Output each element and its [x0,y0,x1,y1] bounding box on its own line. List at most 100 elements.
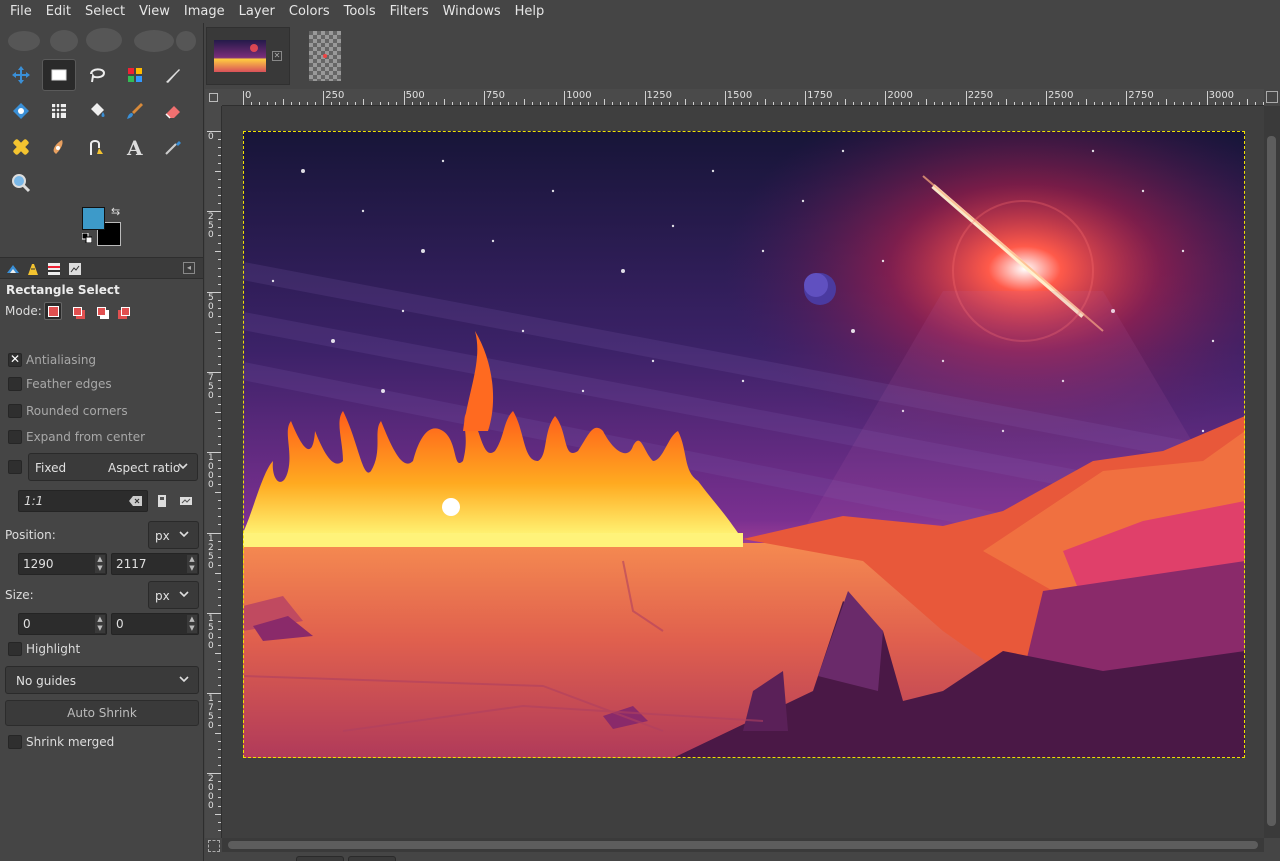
rect-select-tool-icon[interactable] [42,59,76,91]
vertical-scroll-thumb[interactable] [1267,136,1276,826]
ruler-label: 500 [208,292,214,321]
ruler-label: 500 [405,90,425,101]
ruler-label: 1750 [208,694,214,732]
canvas-area[interactable] [222,106,1264,838]
rounded-corners-checkbox[interactable] [8,404,22,418]
position-y-stepper[interactable]: ▲ ▼ [187,555,197,573]
menu-windows[interactable]: Windows [436,0,508,23]
vertical-scrollbar[interactable] [1264,106,1280,838]
quick-mask-toggle[interactable] [208,840,220,852]
clear-entry-icon[interactable] [129,495,143,507]
size-height-input[interactable]: 0 ▲ ▼ [111,613,199,635]
size-height-stepper[interactable]: ▲ ▼ [187,615,197,633]
text-tool-icon[interactable]: A [118,131,152,163]
menu-colors[interactable]: Colors [282,0,337,23]
star [401,309,405,313]
antialiasing-label: Antialiasing [26,353,97,367]
ruler-major-tick [805,91,807,105]
aspect-ratio-input[interactable]: 1:1 [18,490,148,512]
size-label: Size: [5,588,34,602]
horizontal-ruler[interactable]: 0 250 500 750 1000 1250 1500 1750 2000 2250 2500 27… [222,89,1264,106]
paths-tool-icon[interactable] [156,59,190,91]
menu-layer[interactable]: Layer [232,0,282,23]
ruler-minor-tick [215,652,221,654]
size-width-input[interactable]: 0 ▲ ▼ [18,613,107,635]
expand-from-center-checkbox[interactable] [8,430,22,444]
ruler-minor-tick [925,99,927,105]
foreground-color[interactable] [82,207,105,230]
position-x-stepper[interactable]: ▲ ▼ [95,555,105,573]
menu-select[interactable]: Select [78,0,132,23]
mode-intersect-button[interactable] [116,302,134,320]
menu-edit[interactable]: Edit [39,0,78,23]
color-picker-tool-icon[interactable] [156,131,190,163]
guides-dropdown[interactable]: No guides [5,666,199,694]
heal-tool-icon[interactable] [4,131,38,163]
swap-colors-icon[interactable]: ⇆ [111,205,120,218]
menu-filters[interactable]: Filters [383,0,436,23]
ruler-minor-tick [283,99,285,105]
image-tab-active[interactable]: ✕ [206,27,290,85]
reset-colors-icon[interactable] [82,233,92,243]
ruler-minor-tick [215,171,221,173]
menu-image[interactable]: Image [177,0,232,23]
ruler-label: 0 [208,132,214,142]
shrink-merged-checkbox[interactable] [8,735,22,749]
size-width-stepper[interactable]: ▲ ▼ [95,615,105,633]
unified-transform-tool-icon[interactable] [4,95,38,127]
horizontal-scrollbar[interactable] [222,838,1264,852]
move-tool-icon[interactable] [4,59,38,91]
antialiasing-checkbox[interactable] [8,352,22,367]
zoom-selector[interactable] [348,856,396,861]
tab-menu-button[interactable]: ◂ [183,262,195,274]
images-tab-icon[interactable] [67,261,83,277]
close-tab-icon[interactable]: ✕ [272,51,282,61]
eraser-tool-icon[interactable] [156,95,190,127]
navigate-icon[interactable] [1266,91,1278,103]
menu-tools[interactable]: Tools [337,0,383,23]
smudge-tool-icon[interactable] [42,131,76,163]
position-y-input[interactable]: 2117 ▲ ▼ [111,553,199,575]
tool-options-tab-icon[interactable] [5,261,21,277]
size-unit-value: px [155,589,170,603]
warp-transform-tool-icon[interactable] [42,95,76,127]
position-x-input[interactable]: 1290 ▲ ▼ [18,553,107,575]
mode-replace-button[interactable] [44,302,62,320]
vertical-ruler[interactable]: 0 250 500 750 1000 1250 1500 1750 2000 [205,106,222,838]
menu-file[interactable]: File [3,0,39,23]
ruler-label: 250 [325,90,345,101]
unit-selector[interactable] [296,856,344,861]
undo-history-tab-icon[interactable] [46,261,62,277]
fuzzy-select-tool-icon[interactable] [118,59,152,91]
mode-add-button[interactable] [68,302,86,320]
zoom-tool-icon[interactable] [4,167,38,199]
image-canvas[interactable] [243,131,1245,758]
bucket-fill-tool-icon[interactable] [80,95,114,127]
paths-pen-tool-icon[interactable] [80,131,114,163]
mode-subtract-button[interactable] [92,302,110,320]
chevron-down-icon [179,531,189,538]
horizontal-scroll-thumb[interactable] [228,841,1258,849]
paintbrush-tool-icon[interactable] [118,95,152,127]
feather-edges-checkbox[interactable] [8,377,22,391]
highlight-label: Highlight [26,642,81,656]
portrait-icon[interactable] [155,493,169,509]
device-status-tab-icon[interactable] [25,261,41,277]
expand-from-center-label: Expand from center [26,430,146,444]
fixed-checkbox[interactable] [8,460,22,474]
ruler-major-tick [724,91,726,105]
menu-view[interactable]: View [132,0,177,23]
ruler-minor-tick [1246,99,1248,105]
ruler-label: 1000 [208,453,214,491]
size-unit-dropdown[interactable]: px [148,581,199,609]
image-tab-2[interactable] [296,27,354,85]
highlight-checkbox[interactable] [8,642,22,656]
fixed-mode-dropdown[interactable]: Fixed Aspect ratio [28,453,198,481]
menu-help[interactable]: Help [508,0,552,23]
auto-shrink-button[interactable]: Auto Shrink [5,700,199,726]
svg-text:A: A [126,136,143,158]
position-unit-dropdown[interactable]: px [148,521,199,549]
landscape-icon[interactable] [178,494,194,508]
free-select-tool-icon[interactable] [80,59,114,91]
position-label: Position: [5,528,56,542]
